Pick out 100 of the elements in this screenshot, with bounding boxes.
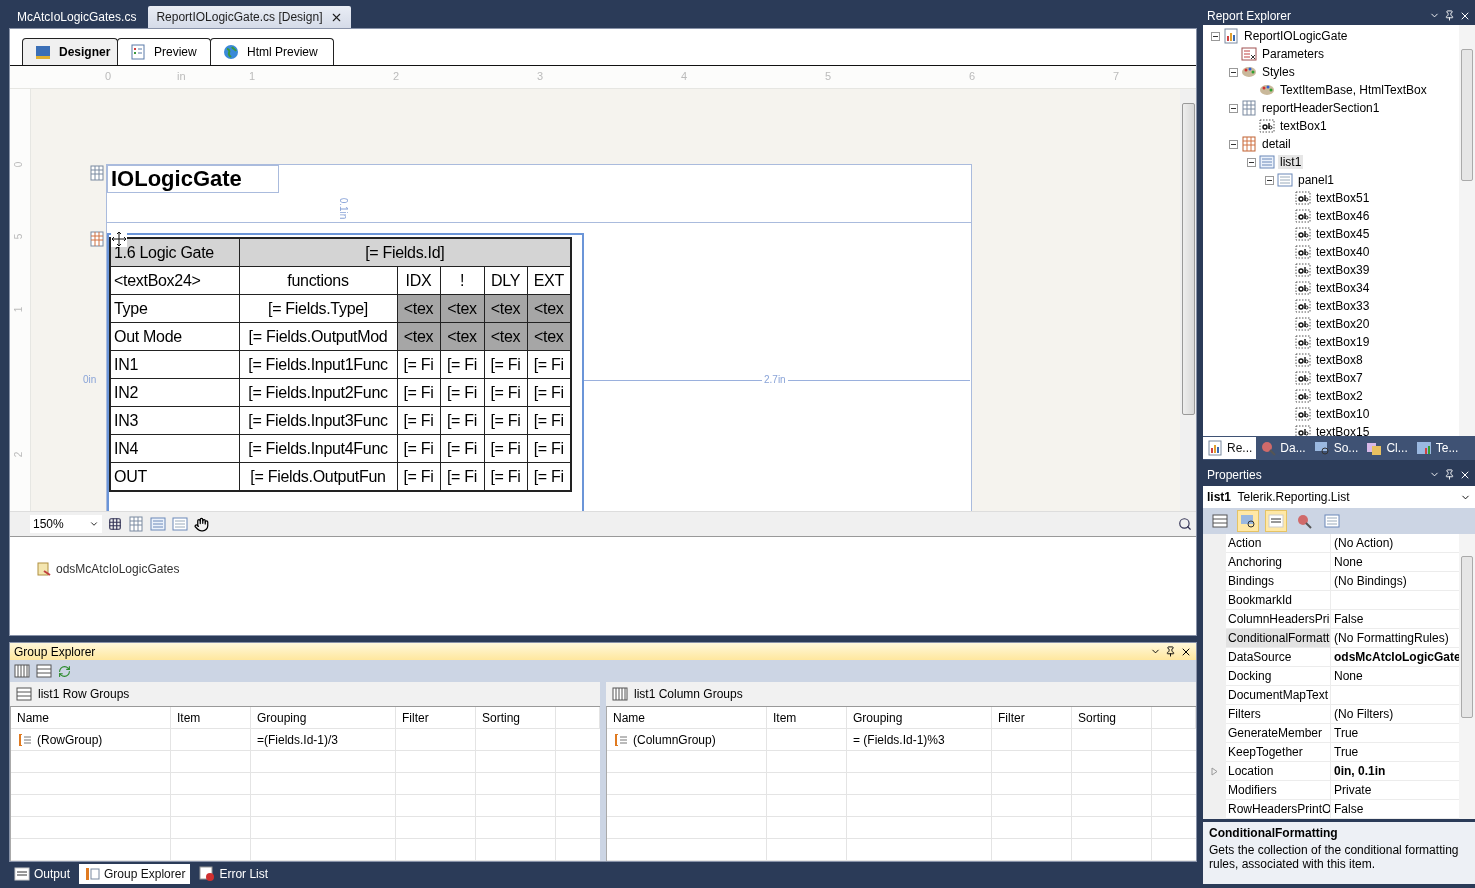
globe-icon (223, 44, 239, 60)
tool-window-tab[interactable]: Error List (194, 863, 274, 884)
designer-tab[interactable]: Designer (22, 38, 118, 65)
table-cell-text: =(Fields.Id-1)/3 (256, 732, 340, 749)
ruler-mark: 2 (13, 451, 25, 458)
ruler-mark: 0 (105, 70, 112, 82)
pin-icon[interactable] (1444, 469, 1455, 480)
tree-item[interactable]: textBox46 (1314, 209, 1372, 223)
textbox-icon (1295, 208, 1311, 224)
textbox-icon (1295, 190, 1311, 206)
explorer-tab[interactable]: Cl... (1362, 437, 1412, 459)
tree-item[interactable]: Parameters (1260, 47, 1327, 61)
window-icon (1313, 440, 1330, 456)
columns-icon (612, 686, 628, 702)
group-icon (84, 865, 101, 882)
collapse-toggle[interactable] (1211, 31, 1220, 41)
sort-button[interactable] (1237, 510, 1259, 532)
tree-item[interactable]: textBox45 (1314, 227, 1372, 241)
property-name[interactable]: KeepTogether (1226, 743, 1331, 762)
search-icon[interactable] (1178, 517, 1192, 531)
document-tab[interactable]: ReportIOLogicGate.cs [Design] (148, 6, 352, 28)
tree-item[interactable]: textBox7 (1314, 371, 1365, 385)
tree-item[interactable]: textBox19 (1314, 335, 1372, 349)
property-name[interactable]: DataSource (1226, 648, 1331, 667)
tree-item[interactable]: textBox39 (1314, 263, 1372, 277)
selected-object: list1 Telerik.Reporting.List (1207, 490, 1350, 504)
explorer-tab[interactable]: Te... (1411, 437, 1463, 459)
explorer-tab[interactable]: Da... (1256, 437, 1310, 459)
refresh-icon[interactable] (58, 664, 71, 678)
collapse-toggle[interactable] (1265, 175, 1274, 185)
table-cell[interactable]: (ColumnGroup) (633, 733, 716, 747)
tree-item[interactable]: textBox2 (1314, 389, 1365, 403)
tree-item[interactable]: textBox10 (1314, 407, 1372, 421)
explorer-tab[interactable]: Re... (1203, 437, 1257, 459)
property-name[interactable]: Location (1226, 762, 1331, 781)
tree-item[interactable]: textBox15 (1314, 425, 1372, 436)
property-name[interactable]: Docking (1226, 667, 1331, 686)
tree-item[interactable]: textBox20 (1314, 317, 1372, 331)
columns-icon[interactable] (14, 663, 30, 679)
vertical-scrollbar[interactable] (1459, 534, 1475, 819)
tree-item[interactable]: ReportIOLogicGate (1242, 29, 1350, 43)
tool-window-tab[interactable]: Group Explorer (79, 863, 191, 884)
move-handle-icon[interactable] (111, 231, 127, 247)
group-icon (17, 732, 33, 748)
tree-item[interactable]: Styles (1260, 65, 1297, 79)
table-cell: [= Fields.Type] (239, 294, 397, 323)
document-tab[interactable]: McAtcIoLogicGates.cs (9, 6, 145, 28)
table-cell: 1.6 Logic Gate (110, 238, 239, 267)
tree-item[interactable]: textBox8 (1314, 353, 1365, 367)
explorer-tab[interactable]: So... (1309, 437, 1363, 459)
object-select[interactable]: list1 Telerik.Reporting.List (1203, 486, 1475, 508)
guide-label: 0in (83, 374, 97, 385)
rows-icon[interactable] (36, 663, 52, 679)
vertical-scrollbar[interactable] (1180, 89, 1196, 511)
property-name[interactable]: BookmarkId (1226, 591, 1331, 610)
textbox-icon (1295, 244, 1311, 260)
property-name[interactable]: ConditionalFormatt (1226, 629, 1331, 648)
property-name[interactable]: RowHeadersPrintO (1226, 800, 1331, 819)
properties-button[interactable] (1265, 510, 1287, 532)
panel-title: Group Explorer (14, 644, 96, 659)
hand-icon[interactable] (194, 516, 209, 532)
tool-window-tab[interactable]: Output (9, 863, 76, 884)
ruler-mark: 1 (13, 306, 25, 313)
pin-icon[interactable] (1165, 646, 1176, 657)
zoom-select[interactable]: 150% (30, 515, 102, 533)
ruler-mark: 2 (393, 70, 400, 82)
rows-icon (16, 686, 32, 702)
section-icon (89, 165, 105, 181)
collapse-toggle[interactable] (1229, 139, 1238, 149)
collapse-toggle[interactable] (1229, 103, 1238, 113)
property-name[interactable]: ColumnHeadersPri (1226, 610, 1331, 629)
tree-item[interactable]: list1 (1278, 155, 1304, 169)
property-name[interactable]: Bindings (1226, 572, 1331, 591)
property-name[interactable]: Anchoring (1226, 553, 1331, 572)
data-source-label[interactable]: odsMcAtcIoLogicGates (56, 562, 180, 576)
collapse-toggle[interactable] (1247, 157, 1256, 167)
designer-tab[interactable]: Html Preview (210, 38, 334, 65)
property-name[interactable]: Modifiers (1226, 781, 1331, 800)
tree-item[interactable]: textBox51 (1314, 191, 1372, 205)
magnifier-icon (1260, 440, 1277, 456)
tree-item[interactable]: TextItemBase, HtmlTextBox (1278, 83, 1429, 97)
tree-item[interactable]: textBox40 (1314, 245, 1372, 259)
table-cell[interactable]: (RowGroup) (37, 733, 103, 747)
property-name[interactable]: GenerateMember (1226, 724, 1331, 743)
ruler-mark: 3 (537, 70, 544, 82)
pin-icon[interactable] (1444, 10, 1455, 21)
tree-item[interactable]: panel1 (1296, 173, 1337, 187)
ruler-mark: 6 (969, 70, 976, 82)
property-name[interactable]: Filters (1226, 705, 1331, 724)
tree-item[interactable]: detail (1260, 137, 1293, 151)
property-name[interactable]: Action (1226, 534, 1331, 553)
tree-item[interactable]: textBox1 (1278, 119, 1329, 133)
tree-item[interactable]: textBox33 (1314, 299, 1372, 313)
vertical-scrollbar[interactable] (1459, 25, 1475, 436)
grid-icon[interactable] (108, 517, 122, 531)
tree-item[interactable]: reportHeaderSection1 (1260, 101, 1382, 115)
table-cell: IN3 (110, 406, 239, 435)
collapse-toggle[interactable] (1229, 67, 1238, 77)
property-name[interactable]: DocumentMapText (1226, 686, 1331, 705)
tree-item[interactable]: textBox34 (1314, 281, 1372, 295)
